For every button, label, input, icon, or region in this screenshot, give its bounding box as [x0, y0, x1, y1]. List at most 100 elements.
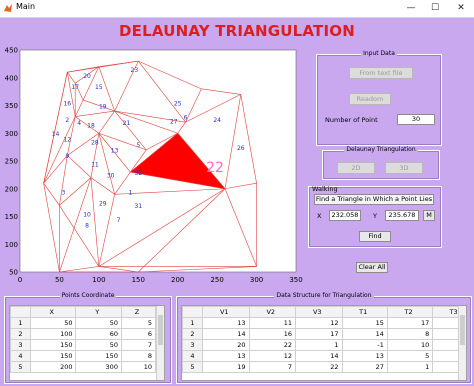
structure-table-scrollbar[interactable] [458, 306, 466, 380]
table-cell[interactable]: 13 [202, 317, 250, 329]
column-header[interactable]: V3 [295, 306, 343, 318]
column-header[interactable]: Y [75, 306, 122, 318]
table-cell[interactable]: 50 [29, 317, 77, 329]
table-cell[interactable]: 60 [75, 328, 122, 340]
y-coordinate-input[interactable]: 235.678 [385, 210, 419, 221]
triangulate-3d-button[interactable]: 3D [385, 162, 423, 174]
points-coordinate-panel: Points Coordinate X Y Z 1 50 50 5 2 100 … [4, 292, 172, 384]
points-table-scrollbar[interactable] [156, 306, 164, 380]
table-cell[interactable]: 17 [386, 317, 434, 329]
triangle-id-label: 8 [85, 223, 89, 230]
data-structure-table[interactable]: V1 V2 V3 T1 T2 T3 1 13 11 12 15 17 2 14 … [181, 305, 467, 381]
table-row[interactable]: 1 50 50 5 [10, 317, 157, 329]
column-header[interactable]: T1 [341, 306, 388, 318]
close-button[interactable]: ✕ [450, 0, 472, 17]
table-cell[interactable]: 19 [202, 361, 250, 373]
table-row[interactable]: 2 14 16 17 14 8 [182, 328, 466, 340]
triangle-id-label: 13 [111, 148, 119, 155]
table-cell[interactable]: 12 [248, 350, 297, 362]
triangle-id-label: 1 [128, 189, 132, 196]
table-row[interactable]: 4 13 12 14 13 5 [182, 350, 466, 362]
table-cell[interactable]: 14 [202, 328, 250, 340]
table-cell[interactable]: 12 [295, 317, 343, 329]
table-cell[interactable]: 5 [386, 350, 434, 362]
y-tick-label: 150 [5, 213, 18, 221]
table-cell[interactable]: 10 [386, 339, 434, 351]
triangle-id-label: 18 [87, 123, 95, 130]
y-tick-label: 450 [5, 47, 18, 55]
table-cell[interactable]: -1 [341, 339, 388, 351]
table-cell[interactable]: 16 [248, 328, 297, 340]
table-cell[interactable]: 7 [248, 361, 297, 373]
triangle-id-label: 26 [237, 145, 245, 152]
table-cell[interactable]: 8 [120, 350, 157, 362]
points-table[interactable]: X Y Z 1 50 50 5 2 100 60 6 3 150 50 7 4 … [9, 305, 165, 381]
table-cell[interactable]: 13 [202, 350, 250, 362]
x-tick-label: 250 [210, 276, 223, 284]
table-cell[interactable]: 6 [120, 328, 157, 340]
table-cell[interactable]: 22 [295, 361, 343, 373]
table-row[interactable]: 2 100 60 6 [10, 328, 157, 340]
random-button[interactable]: Readom [349, 93, 391, 105]
table-cell[interactable]: 50 [75, 317, 122, 329]
table-cell[interactable]: 100 [29, 328, 77, 340]
triangle-id-label: 7 [117, 217, 121, 224]
x-coordinate-input[interactable]: 232.058 [329, 210, 361, 221]
table-cell[interactable]: 20 [202, 339, 250, 351]
from-text-file-button[interactable]: From text file [349, 67, 413, 79]
walking-panel: Walking Find a Triangle in Which a Point… [308, 185, 442, 248]
m-button[interactable]: M [423, 210, 435, 221]
maximize-button[interactable]: ☐ [424, 0, 446, 17]
triangle-id-label: 20 [83, 73, 91, 80]
table-cell[interactable]: 150 [29, 350, 77, 362]
y-tick-label: 350 [5, 102, 18, 110]
table-row[interactable]: 5 19 7 22 27 1 [182, 361, 466, 373]
table-cell[interactable]: 5 [120, 317, 157, 329]
x-tick-label: 200 [171, 276, 184, 284]
table-row[interactable]: 1 13 11 12 15 17 [182, 317, 466, 329]
triangle-id-label: 28 [91, 139, 99, 146]
walking-title: Walking [312, 185, 338, 193]
highlighted-triangle-label: 22 [206, 160, 224, 176]
minimize-button[interactable]: — [400, 0, 422, 17]
table-cell[interactable]: 7 [120, 339, 157, 351]
scrollbar-thumb[interactable] [460, 315, 465, 345]
column-header[interactable]: V2 [248, 306, 297, 318]
clear-all-button[interactable]: Clear All [356, 262, 388, 273]
column-header[interactable]: T2 [386, 306, 434, 318]
find-button[interactable]: Find [359, 231, 391, 242]
table-cell[interactable]: 1 [295, 339, 343, 351]
column-header[interactable]: V1 [202, 306, 250, 318]
triangle-id-label: 2 [65, 117, 69, 124]
table-cell[interactable]: 17 [295, 328, 343, 340]
table-cell[interactable]: 22 [248, 339, 297, 351]
table-cell[interactable]: 8 [386, 328, 434, 340]
number-of-point-input[interactable]: 30 [397, 114, 435, 125]
table-cell[interactable]: 14 [341, 328, 388, 340]
column-header[interactable]: Z [120, 306, 157, 318]
table-cell[interactable]: 150 [75, 350, 122, 362]
triangle-id-label: 4 [77, 120, 81, 127]
table-cell[interactable]: 27 [341, 361, 388, 373]
triangle-id-label: 14 [52, 131, 60, 138]
row-header: 5 [10, 361, 31, 373]
y-tick-label: 200 [5, 185, 18, 193]
table-cell[interactable]: 1 [386, 361, 434, 373]
triangulate-2d-button[interactable]: 2D [337, 162, 375, 174]
table-cell[interactable]: 15 [341, 317, 388, 329]
table-row[interactable]: 4 150 150 8 [10, 350, 157, 362]
table-cell[interactable]: 14 [295, 350, 343, 362]
scrollbar-thumb[interactable] [158, 315, 163, 345]
column-header[interactable]: X [29, 306, 77, 318]
table-row[interactable]: 3 150 50 7 [10, 339, 157, 351]
table-row[interactable]: 3 20 22 1 -1 10 [182, 339, 466, 351]
table-cell[interactable]: 150 [29, 339, 77, 351]
table-cell[interactable]: 10 [120, 361, 157, 373]
table-cell[interactable]: 300 [75, 361, 122, 373]
table-cell[interactable]: 50 [75, 339, 122, 351]
table-row[interactable]: 5 200 300 10 [10, 361, 157, 373]
triangulation-plot[interactable]: 0 50 100 150 200 250 300 350 450400350300250200… [0, 42, 310, 287]
table-cell[interactable]: 13 [341, 350, 388, 362]
table-cell[interactable]: 200 [29, 361, 77, 373]
table-cell[interactable]: 11 [248, 317, 297, 329]
